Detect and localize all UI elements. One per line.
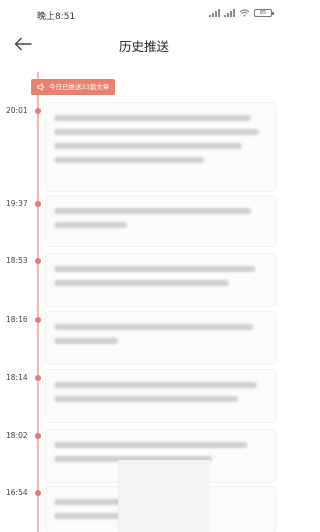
speaker-icon bbox=[37, 83, 45, 91]
article-text bbox=[54, 157, 204, 163]
timeline-dot bbox=[35, 490, 41, 496]
article-text bbox=[54, 442, 247, 448]
timeline-dot bbox=[35, 375, 41, 381]
article-text bbox=[54, 115, 251, 121]
article-card[interactable] bbox=[46, 254, 276, 306]
article-text bbox=[54, 382, 258, 388]
timeline-dot bbox=[35, 201, 41, 207]
timeline-dot bbox=[35, 433, 41, 439]
app-header: 历史推送 bbox=[0, 28, 288, 60]
article-text bbox=[54, 208, 251, 214]
status-bar: 晚上8:51 85 bbox=[0, 0, 288, 28]
image-placeholder bbox=[118, 460, 210, 532]
timeline-dot bbox=[35, 258, 41, 264]
entry-time: 16:54 bbox=[6, 488, 28, 497]
timeline-dot bbox=[35, 108, 41, 114]
article-text bbox=[54, 143, 243, 149]
entry-time: 20:01 bbox=[6, 106, 28, 115]
entry-time: 18:02 bbox=[6, 431, 28, 440]
page-title: 历史推送 bbox=[118, 39, 169, 54]
timeline-dot bbox=[35, 317, 41, 323]
signal-icon bbox=[224, 9, 235, 17]
article-text bbox=[54, 222, 127, 228]
push-count-badge: 今日已推送23篇文章 bbox=[31, 79, 116, 95]
article-card[interactable] bbox=[46, 103, 276, 191]
article-text bbox=[54, 129, 260, 135]
article-text bbox=[54, 266, 256, 272]
article-card[interactable] bbox=[46, 196, 276, 246]
push-count-text: 今日已推送23篇文章 bbox=[49, 83, 110, 91]
status-icons: 85 bbox=[209, 9, 274, 17]
article-text bbox=[54, 280, 230, 286]
article-card[interactable] bbox=[46, 370, 276, 422]
signal-icon bbox=[209, 9, 220, 17]
timeline-line bbox=[37, 72, 39, 532]
entry-time: 18:53 bbox=[6, 256, 28, 265]
battery-icon: 85 bbox=[254, 9, 274, 17]
article-text bbox=[54, 338, 119, 344]
wifi-icon bbox=[239, 9, 250, 17]
article-text bbox=[54, 324, 254, 330]
article-card[interactable] bbox=[46, 312, 276, 364]
entry-time: 18:14 bbox=[6, 373, 28, 382]
entry-time: 18:16 bbox=[6, 315, 28, 324]
entry-time: 19:37 bbox=[6, 199, 28, 208]
status-time: 晚上8:51 bbox=[37, 12, 76, 22]
article-text bbox=[54, 396, 239, 402]
